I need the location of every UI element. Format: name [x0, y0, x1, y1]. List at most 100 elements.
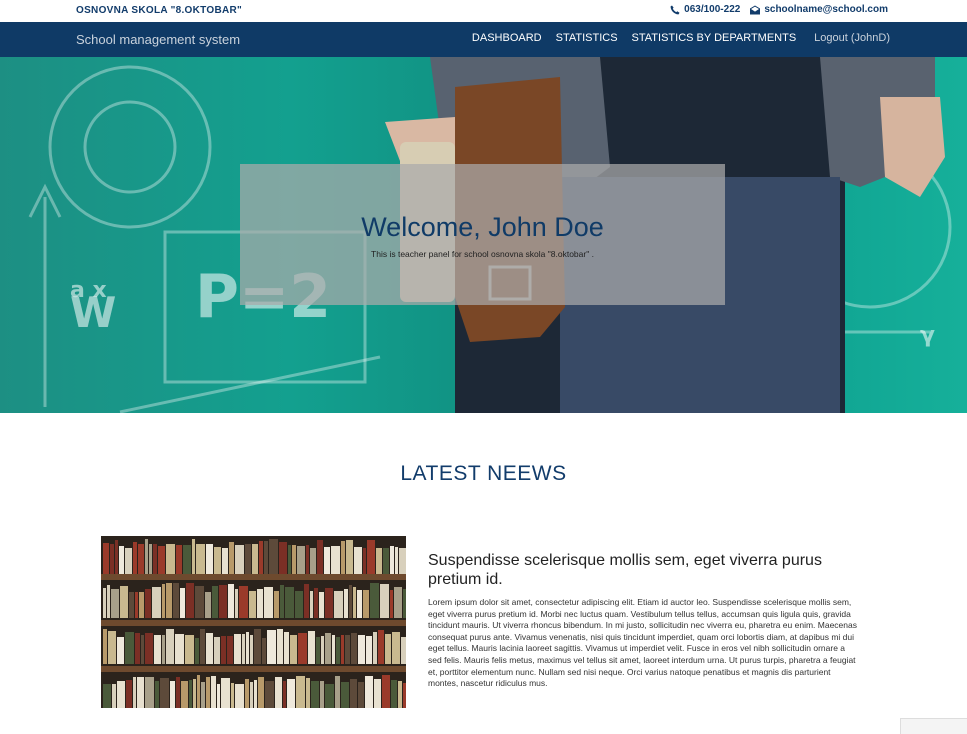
book-spine [103, 588, 106, 618]
book-spine [170, 681, 175, 708]
book-spine [162, 635, 165, 664]
book-spine [277, 629, 283, 664]
book-spine [176, 545, 182, 574]
book-spine [183, 545, 191, 574]
book-spine [166, 544, 175, 574]
book-spine [376, 548, 382, 574]
book-spine [228, 584, 234, 618]
book-spine [344, 589, 348, 618]
book-spine [265, 681, 274, 708]
book-spine [200, 629, 205, 664]
book-spine [193, 679, 196, 708]
nav-dashboard[interactable]: DASHBOARD [472, 32, 542, 44]
book-spine [145, 677, 154, 708]
book-spine [341, 635, 344, 664]
book-spine [274, 591, 279, 618]
book-spine [252, 544, 258, 574]
book-spine [341, 541, 345, 574]
book-spine [325, 633, 331, 664]
book-spine [117, 681, 125, 708]
book-spine [280, 585, 284, 618]
book-spine [314, 588, 318, 618]
book-spine [212, 586, 218, 618]
book-spine [153, 544, 157, 574]
svg-text:γ: γ [920, 323, 935, 348]
book-spine [112, 684, 116, 708]
book-spine [334, 591, 343, 618]
book-spine [345, 635, 350, 664]
nav-statistics[interactable]: STATISTICS [556, 32, 618, 44]
book-spine [306, 545, 309, 574]
book-spine [331, 546, 340, 574]
book-spine [370, 583, 379, 618]
book-spine [107, 585, 110, 618]
book-spine [211, 676, 216, 708]
book-spine [160, 678, 169, 708]
book-spine [279, 542, 287, 574]
book-spine [380, 584, 389, 618]
book-spine [351, 633, 357, 664]
corner-widget[interactable] [900, 718, 967, 734]
book-spine [235, 684, 244, 708]
book-spine [374, 679, 381, 708]
book-spine [390, 590, 393, 618]
phone-contact[interactable]: 063/100-222 [670, 4, 740, 15]
book-spine [119, 546, 124, 574]
book-spine [214, 547, 221, 574]
book-spine [257, 589, 263, 618]
school-name: OSNOVNA SKOLA "8.OKTOBAR" [76, 5, 243, 16]
book-spine [296, 676, 305, 708]
news-body: Lorem ipsum dolor sit amet, consectetur … [428, 597, 857, 689]
book-spine [317, 540, 323, 574]
book-spine [221, 636, 226, 664]
book-spine [245, 679, 249, 708]
book-spine [288, 545, 291, 574]
book-spine [214, 637, 220, 664]
book-spine [325, 588, 333, 618]
book-spine [383, 548, 389, 574]
book-spine [378, 630, 384, 664]
book-spine [231, 683, 234, 708]
book-spine [145, 589, 151, 618]
book-spine [275, 677, 282, 708]
news-title[interactable]: Suspendisse scelerisque mollis sem, eget… [428, 551, 868, 589]
book-spine [103, 543, 109, 574]
email-contact[interactable]: schoolname@school.com [750, 4, 888, 15]
book-spine [235, 589, 238, 618]
book-spine [137, 677, 144, 708]
book-spine [249, 591, 256, 618]
brand-title[interactable]: School management system [76, 32, 240, 47]
book-spine [205, 592, 211, 618]
book-spine [363, 590, 369, 618]
hero-banner: P=2 W a x γ Welcome, John Doe This is te… [0, 57, 967, 413]
book-spine [185, 635, 194, 664]
book-spine [234, 634, 241, 664]
top-info-bar: OSNOVNA SKOLA "8.OKTOBAR" 063/100-222 sc… [0, 0, 967, 22]
logout-link[interactable]: Logout (JohnD) [814, 32, 890, 44]
book-spine [363, 548, 366, 574]
book-spine [120, 586, 128, 618]
book-spine [325, 684, 334, 708]
book-spine [391, 680, 397, 708]
news-image-bookshelf [101, 536, 406, 708]
book-spine [336, 637, 340, 664]
book-spine [295, 591, 303, 618]
book-spine [332, 635, 335, 664]
book-spine [335, 676, 340, 708]
book-spine [298, 633, 307, 664]
phone-number: 063/100-222 [684, 4, 741, 15]
book-spine [245, 544, 251, 574]
book-spine [357, 590, 362, 618]
book-spine [154, 635, 161, 664]
book-spine [319, 592, 324, 618]
book-spine [111, 589, 119, 618]
book-spine [166, 629, 174, 664]
nav-statistics-by-departments[interactable]: STATISTICS BY DEPARTMENTS [632, 32, 797, 44]
main-navbar: School management system DASHBOARD STATI… [0, 22, 967, 57]
book-spine [304, 584, 309, 618]
book-spine [173, 583, 179, 618]
book-spine [149, 544, 152, 574]
book-spine [258, 677, 264, 708]
book-spine [310, 591, 313, 618]
email-address: schoolname@school.com [764, 4, 888, 15]
